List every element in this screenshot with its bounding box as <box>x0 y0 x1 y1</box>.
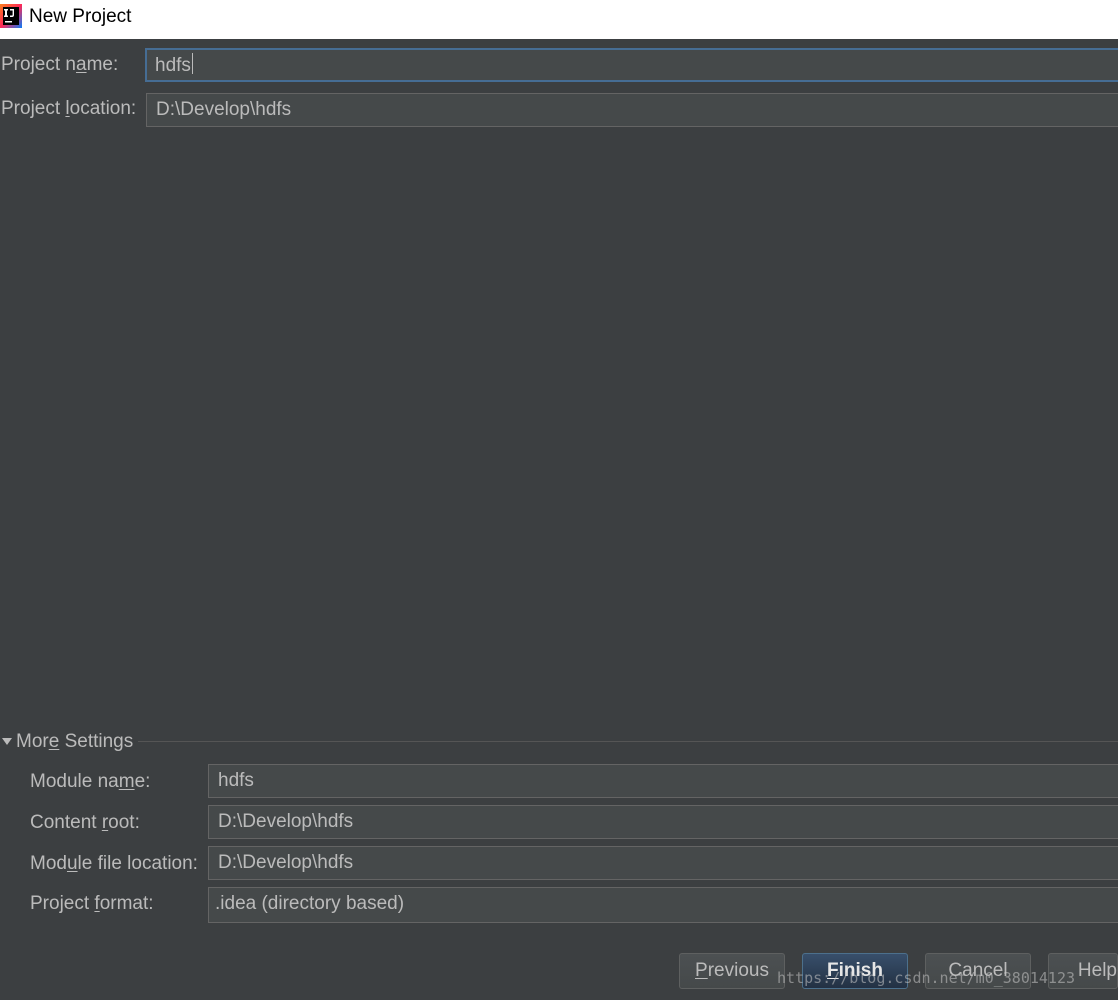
module-name-input[interactable]: hdfs <box>208 764 1118 798</box>
more-settings-toggle[interactable]: More Settings <box>16 730 133 754</box>
content-root-input[interactable]: D:\Develop\hdfs <box>208 805 1118 839</box>
module-file-label-part: le file location: <box>77 853 198 874</box>
text-caret <box>191 53 193 74</box>
project-location-label-part: Project <box>1 98 66 119</box>
content-root-label-part: Content <box>30 812 102 833</box>
project-format-label-part: ormat: <box>99 893 154 914</box>
module-file-location-label: Module file location: <box>30 852 198 876</box>
module-name-label: Module name: <box>30 770 150 794</box>
project-format-label: Project format: <box>30 892 154 916</box>
section-divider <box>138 741 1118 742</box>
finish-button[interactable]: Finish <box>802 953 908 989</box>
module-name-label-part: e: <box>134 771 151 792</box>
title-bar: New Project <box>0 0 1118 39</box>
content-root-label-part: oot: <box>108 812 140 833</box>
cancel-button[interactable]: Cancel <box>925 953 1031 989</box>
new-project-dialog: Project name: hdfs Project location: D:\… <box>0 39 1118 1000</box>
project-name-label-part: Project n <box>1 54 76 75</box>
more-settings-label-part: Mor <box>16 731 49 752</box>
content-root-value: D:\Develop\hdfs <box>218 811 354 832</box>
help-button[interactable]: Help <box>1048 953 1118 989</box>
project-format-label-part: Project <box>30 893 95 914</box>
previous-mnemonic: P <box>695 960 708 981</box>
previous-label: revious <box>707 960 769 981</box>
help-label: Help <box>1077 960 1117 981</box>
project-location-value: D:\Develop\hdfs <box>156 99 292 120</box>
finish-mnemonic: F <box>827 960 839 981</box>
intellij-idea-icon <box>0 4 22 28</box>
expand-triangle-icon[interactable] <box>2 738 12 745</box>
module-file-location-input[interactable]: D:\Develop\hdfs <box>208 846 1118 880</box>
module-file-location-value: D:\Develop\hdfs <box>218 852 354 873</box>
content-root-label: Content root: <box>30 811 140 835</box>
project-location-label: Project location: <box>1 97 136 121</box>
module-name-label-part: Module na <box>30 771 119 792</box>
project-name-input[interactable]: hdfs <box>145 48 1118 82</box>
project-format-value: .idea (directory based) <box>215 893 405 914</box>
project-location-label-part: ocation: <box>69 98 137 119</box>
project-name-value: hdfs <box>155 55 191 76</box>
project-name-label-part: me: <box>86 54 119 75</box>
finish-label: inish <box>838 960 883 981</box>
cancel-label: Cancel <box>948 960 1008 981</box>
window-title: New Project <box>29 6 132 27</box>
module-file-mnemonic: u <box>66 853 78 874</box>
module-file-label-part: Mod <box>30 853 67 874</box>
project-name-mnemonic: a <box>75 54 87 75</box>
previous-button[interactable]: Previous <box>679 953 785 989</box>
more-settings-mnemonic: e <box>48 731 60 752</box>
project-format-select[interactable]: .idea (directory based) <box>208 887 1118 923</box>
more-settings-label-part: Settings <box>59 731 134 752</box>
module-name-value: hdfs <box>218 770 254 791</box>
project-name-label: Project name: <box>1 53 118 77</box>
module-name-mnemonic: m <box>118 771 135 792</box>
project-location-input[interactable]: D:\Develop\hdfs <box>146 93 1118 127</box>
